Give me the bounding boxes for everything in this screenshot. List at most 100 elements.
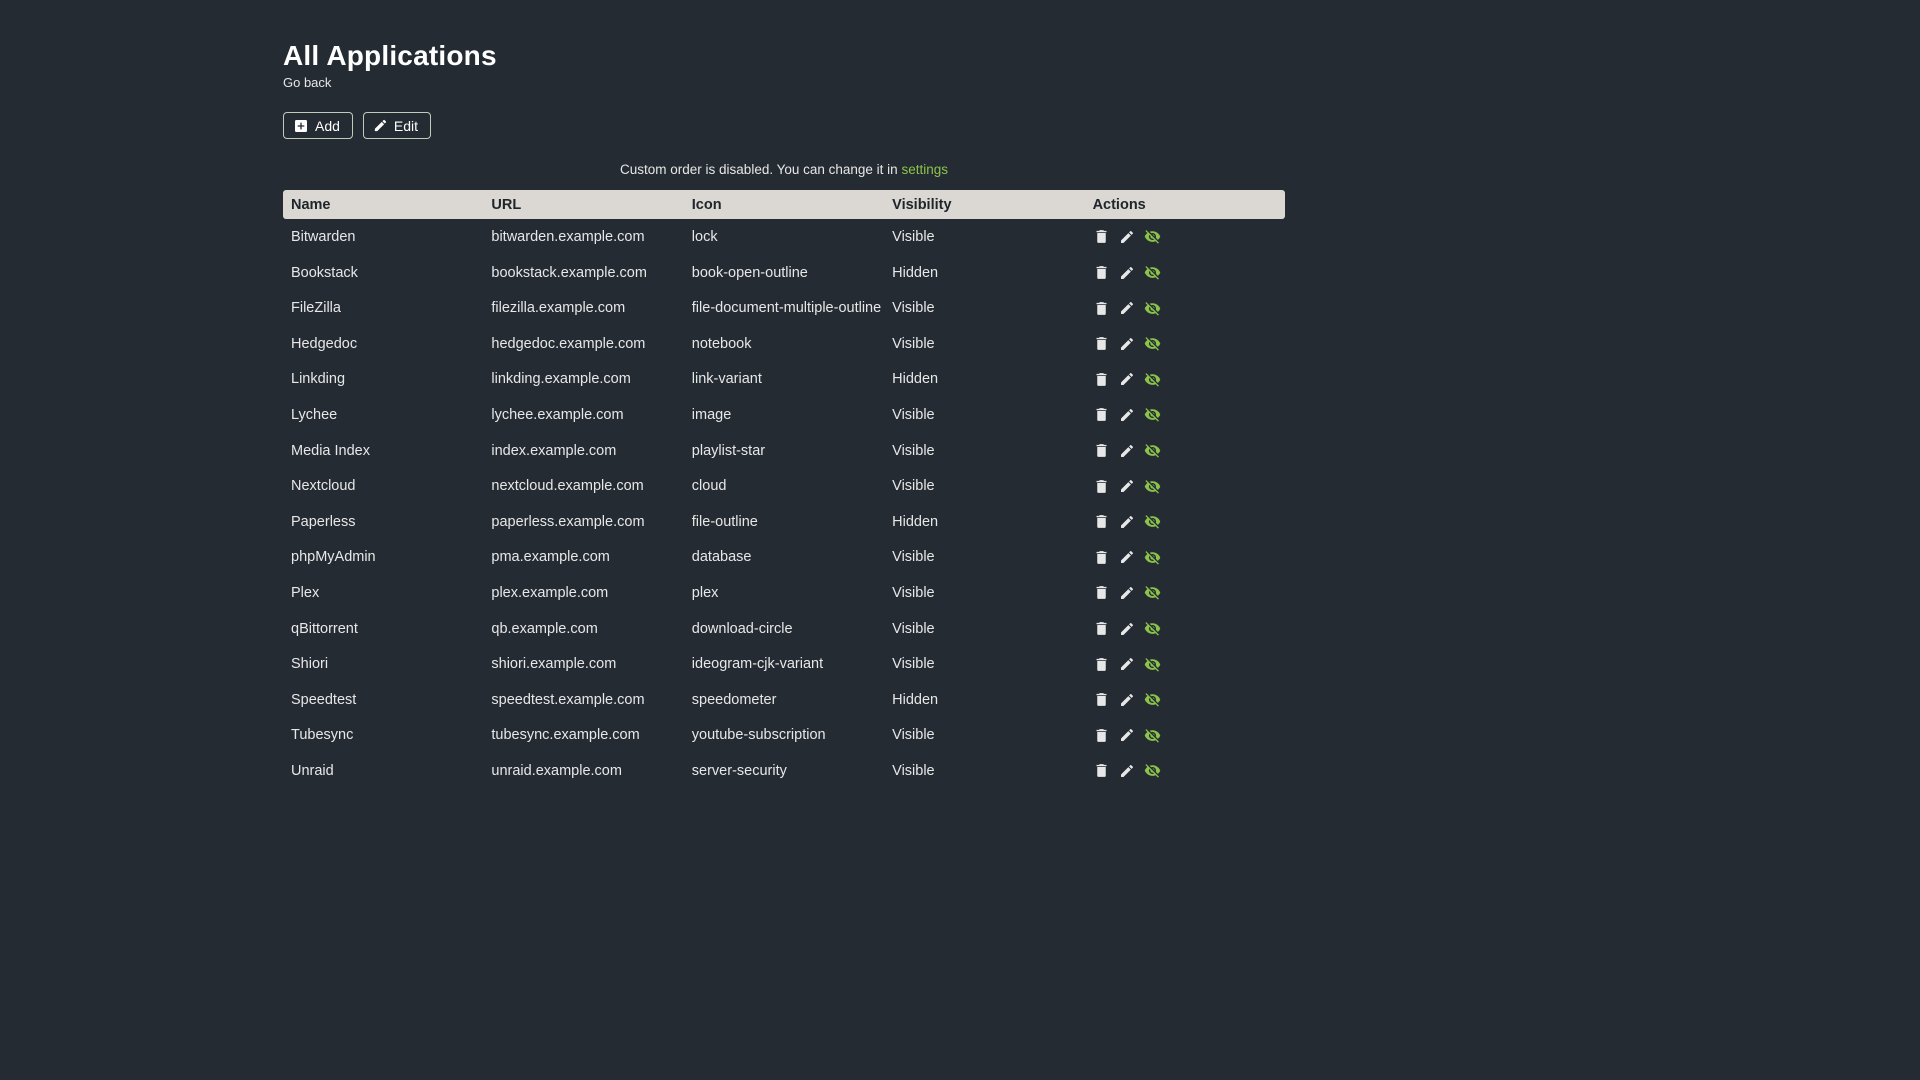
table-row: phpMyAdmin pma.example.com database Visi… [283, 540, 1285, 576]
app-url: index.example.com [491, 442, 617, 459]
app-icon-name: ideogram-cjk-variant [691, 656, 824, 673]
app-icon-name: book-open-outline [691, 264, 808, 281]
trash-icon[interactable] [1093, 335, 1110, 352]
table-row: Bitwarden bitwarden.example.com lock Vis… [283, 219, 1285, 255]
table-row: Bookstack bookstack.example.com book-ope… [283, 255, 1285, 291]
plus-box-icon [293, 118, 309, 134]
app-actions [1085, 433, 1285, 469]
eye-off-icon[interactable] [1144, 300, 1161, 317]
trash-icon[interactable] [1093, 264, 1110, 281]
eye-off-icon[interactable] [1144, 406, 1161, 423]
pencil-icon[interactable] [1119, 727, 1135, 743]
table-row: Hedgedoc hedgedoc.example.com notebook V… [283, 326, 1285, 362]
eye-off-icon[interactable] [1144, 228, 1161, 245]
pencil-icon[interactable] [1119, 300, 1135, 316]
pencil-icon[interactable] [1119, 585, 1135, 601]
pencil-icon[interactable] [1119, 656, 1135, 672]
trash-icon[interactable] [1093, 549, 1110, 566]
app-visibility: Visible [892, 584, 935, 601]
app-visibility: Visible [892, 727, 935, 744]
table-row: Unraid unraid.example.com server-securit… [283, 753, 1285, 789]
app-name: qBittorrent [291, 620, 358, 637]
app-url: bitwarden.example.com [491, 228, 645, 245]
trash-icon[interactable] [1093, 478, 1110, 495]
app-url: shiori.example.com [491, 656, 617, 673]
pencil-icon[interactable] [1119, 549, 1135, 565]
pencil-icon[interactable] [1119, 692, 1135, 708]
trash-icon[interactable] [1093, 656, 1110, 673]
app-visibility: Visible [892, 620, 935, 637]
app-url: tubesync.example.com [491, 727, 640, 744]
eye-off-icon[interactable] [1144, 762, 1161, 779]
go-back-link[interactable]: Go back [283, 75, 331, 90]
trash-icon[interactable] [1093, 620, 1110, 637]
trash-icon[interactable] [1093, 406, 1110, 423]
app-url: bookstack.example.com [491, 264, 647, 281]
trash-icon[interactable] [1093, 442, 1110, 459]
app-actions [1085, 611, 1285, 647]
app-url: qb.example.com [491, 620, 598, 637]
pencil-icon[interactable] [1119, 229, 1135, 245]
app-url: lychee.example.com [491, 406, 624, 423]
actions-bar: Add Edit [283, 112, 1285, 140]
app-icon-name: image [691, 406, 732, 423]
pencil-icon[interactable] [1119, 763, 1135, 779]
table-row: Speedtest speedtest.example.com speedome… [283, 682, 1285, 718]
eye-off-icon[interactable] [1144, 513, 1161, 530]
app-url: paperless.example.com [491, 513, 645, 530]
trash-icon[interactable] [1093, 691, 1110, 708]
eye-off-icon[interactable] [1144, 264, 1161, 281]
eye-off-icon[interactable] [1144, 335, 1161, 352]
app-visibility: Visible [892, 549, 935, 566]
pencil-icon[interactable] [1119, 265, 1135, 281]
eye-off-icon[interactable] [1144, 371, 1161, 388]
pencil-icon[interactable] [1119, 478, 1135, 494]
trash-icon[interactable] [1093, 300, 1110, 317]
table-header-row: Name URL Icon Visibility Actions [283, 190, 1285, 220]
trash-icon[interactable] [1093, 584, 1110, 601]
column-header: Icon [683, 190, 885, 220]
trash-icon[interactable] [1093, 762, 1110, 779]
pencil-icon[interactable] [1119, 407, 1135, 423]
eye-off-icon[interactable] [1144, 442, 1161, 459]
app-name: Shiori [291, 656, 329, 673]
eye-off-icon[interactable] [1144, 478, 1161, 495]
app-name: phpMyAdmin [291, 549, 376, 566]
eye-off-icon[interactable] [1144, 584, 1161, 601]
app-actions [1085, 362, 1285, 398]
table-row: Paperless paperless.example.com file-out… [283, 504, 1285, 540]
table-row: Media Index index.example.com playlist-s… [283, 433, 1285, 469]
pencil-icon[interactable] [1119, 514, 1135, 530]
edit-button[interactable]: Edit [362, 112, 432, 140]
app-name: Paperless [291, 513, 356, 530]
app-actions [1085, 753, 1285, 789]
app-visibility: Visible [892, 300, 935, 317]
trash-icon[interactable] [1093, 228, 1110, 245]
table-row: FileZilla filezilla.example.com file-doc… [283, 290, 1285, 326]
pencil-icon[interactable] [1119, 621, 1135, 637]
edit-button-label: Edit [393, 117, 419, 134]
eye-off-icon[interactable] [1144, 727, 1161, 744]
app-actions [1085, 255, 1285, 291]
pencil-icon [373, 118, 388, 133]
app-url: linkding.example.com [491, 371, 631, 388]
add-button[interactable]: Add [283, 112, 353, 140]
eye-off-icon[interactable] [1144, 620, 1161, 637]
app-visibility: Visible [892, 335, 935, 352]
pencil-icon[interactable] [1119, 336, 1135, 352]
app-actions [1085, 219, 1285, 255]
pencil-icon[interactable] [1119, 371, 1135, 387]
settings-link[interactable]: settings [901, 162, 948, 177]
trash-icon[interactable] [1093, 727, 1110, 744]
eye-off-icon[interactable] [1144, 549, 1161, 566]
eye-off-icon[interactable] [1144, 656, 1161, 673]
app-actions [1085, 682, 1285, 718]
trash-icon[interactable] [1093, 371, 1110, 388]
app-name: Nextcloud [291, 478, 356, 495]
pencil-icon[interactable] [1119, 443, 1135, 459]
column-header: Actions [1084, 190, 1285, 220]
trash-icon[interactable] [1093, 513, 1110, 530]
app-name: Hedgedoc [291, 335, 358, 352]
eye-off-icon[interactable] [1144, 691, 1161, 708]
add-button-label: Add [315, 117, 340, 134]
